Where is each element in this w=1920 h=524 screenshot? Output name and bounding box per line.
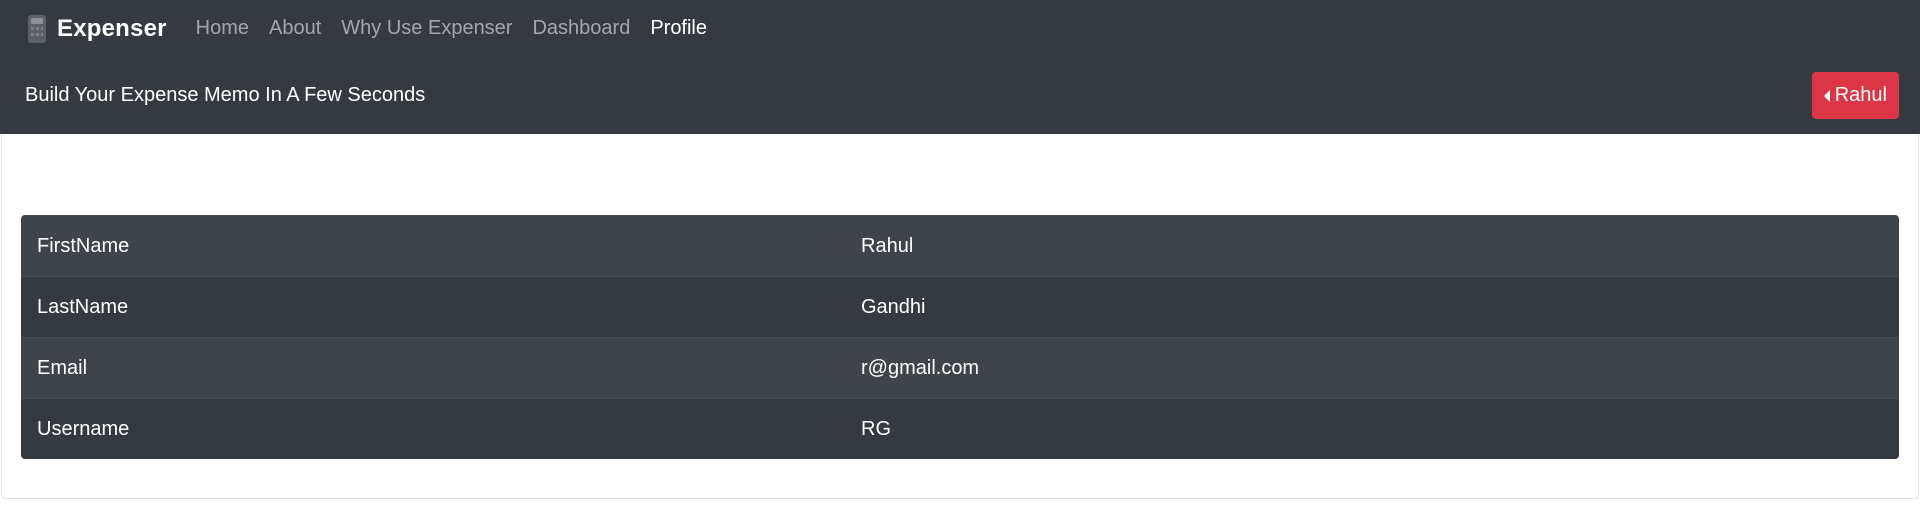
nav-link-profile[interactable]: Profile <box>650 17 707 40</box>
user-button[interactable]: Rahul <box>1811 72 1899 119</box>
table-row: Email r@gmail.com <box>21 337 1899 398</box>
tagline: Build Your Expense Memo In A Few Seconds <box>25 84 426 106</box>
row-label-username: Username <box>37 417 130 440</box>
profile-table: FirstName Rahul LastName Gandhi Email r@… <box>21 215 1899 459</box>
header-subbar: Build Your Expense Memo In A Few Seconds… <box>0 57 1920 134</box>
row-value-lastname: Gandhi <box>861 295 926 318</box>
nav-link-about[interactable]: About <box>269 17 321 40</box>
user-button-label: Rahul <box>1834 84 1887 106</box>
row-value-firstname: Rahul <box>861 234 914 257</box>
nav-top: Expenser Home About Why Use Expenser Das… <box>0 0 1920 57</box>
row-value-username: RG <box>861 417 891 440</box>
row-label-firstname: FirstName <box>37 234 130 257</box>
navbar: Expenser Home About Why Use Expenser Das… <box>0 0 1920 134</box>
brand-link[interactable]: Expenser <box>26 14 167 44</box>
nav-link-dashboard[interactable]: Dashboard <box>532 17 630 40</box>
row-label-email: Email <box>37 356 88 379</box>
nav-link-why-use-expenser[interactable]: Why Use Expenser <box>341 17 512 40</box>
row-value-email: r@gmail.com <box>861 356 980 379</box>
table-row: FirstName Rahul <box>21 215 1899 276</box>
table-row: Username RG <box>21 398 1899 459</box>
brand-name: Expenser <box>57 14 167 42</box>
table-row: LastName Gandhi <box>21 276 1899 337</box>
row-label-lastname: LastName <box>37 295 129 318</box>
calculator-icon <box>28 14 46 43</box>
caret-left-icon <box>1823 89 1830 102</box>
nav-link-home[interactable]: Home <box>196 17 249 40</box>
